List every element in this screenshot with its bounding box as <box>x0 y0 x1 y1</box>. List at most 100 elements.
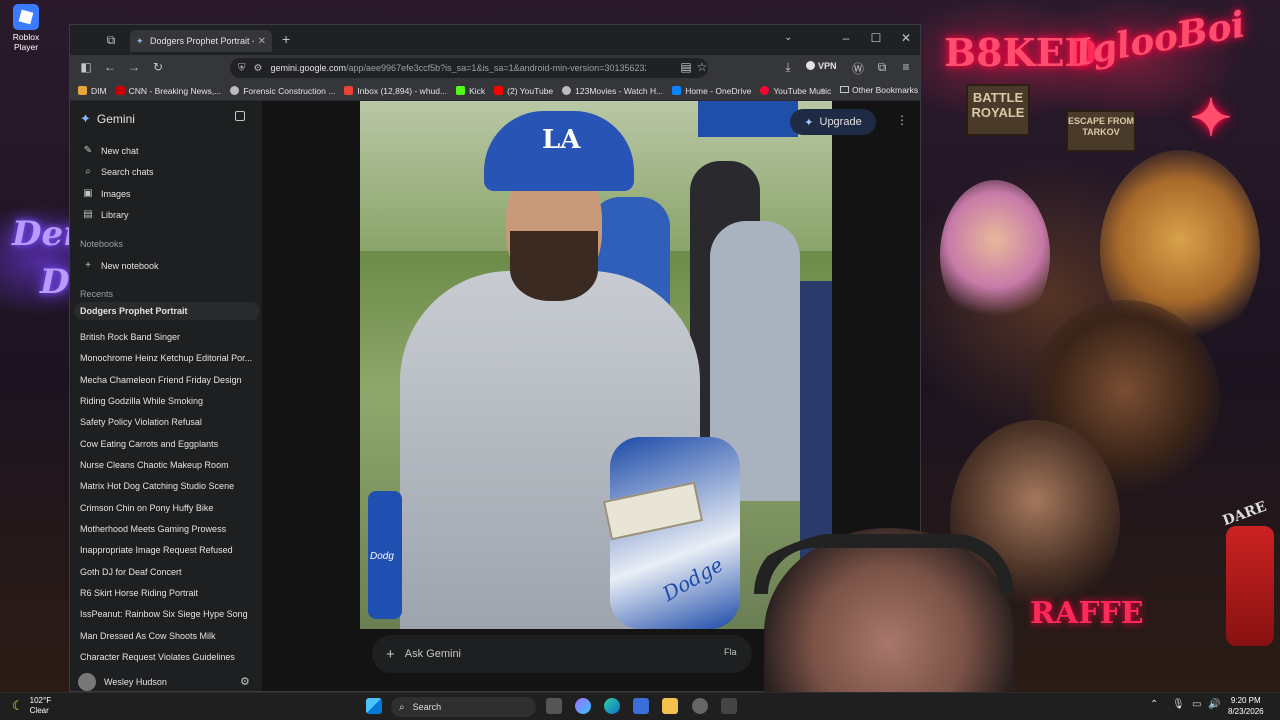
collapse-sidebar-icon[interactable] <box>235 111 245 121</box>
bookmark-item[interactable]: Kick <box>456 86 485 96</box>
recent-chat-item[interactable]: Monochrome Heinz Ketchup Editorial Por..… <box>80 353 260 363</box>
taskbar-search-label: Search <box>412 702 442 712</box>
store-icon[interactable] <box>633 698 649 714</box>
sidebar-item-label: New chat <box>101 145 139 156</box>
recent-chat-item[interactable]: Nurse Cleans Chaotic Makeup Room <box>80 460 260 470</box>
taskbar-search[interactable]: ⌕ Search <box>391 697 536 717</box>
reader-view-icon[interactable]: ▤ <box>678 60 694 74</box>
task-view-icon[interactable] <box>546 698 562 714</box>
bookmark-item[interactable]: Home - OneDrive <box>672 86 751 96</box>
bookmark-item[interactable]: 123Movies - Watch H... <box>562 86 663 96</box>
bookmark-item[interactable]: Forensic Construction ... <box>230 86 335 96</box>
start-windows-icon[interactable] <box>366 698 382 714</box>
site-settings-icon[interactable]: ⚙ <box>254 63 263 74</box>
downloads-icon[interactable]: ⤓ <box>780 60 796 75</box>
tray-overflow-chevron-icon[interactable]: ⌃ <box>1150 699 1158 710</box>
bookmark-favicon-icon <box>78 86 87 95</box>
edge-icon[interactable] <box>604 698 620 714</box>
bookmark-star-icon[interactable]: ☆ <box>694 60 710 74</box>
url-path: /app/aee9967efe3ccf5b?is_sa=1&is_sa=1&an… <box>346 63 647 73</box>
bookmark-item[interactable]: Inbox (12,894) - whud... <box>344 86 447 96</box>
poster-battle-royale: BATTLE ROYALE <box>966 84 1030 136</box>
new-notebook-button[interactable]: + New notebook <box>82 260 158 271</box>
menu-icon[interactable]: ≡ <box>898 60 914 74</box>
add-attachment-icon[interactable]: + <box>386 646 395 663</box>
recent-chat-item[interactable]: Crimson Chin on Pony Huffy Bike <box>80 503 260 513</box>
settings-gear-icon[interactable]: ⚙ <box>240 675 250 688</box>
recent-chat-item[interactable]: Man Dressed As Cow Shoots Milk <box>80 631 260 641</box>
minimize-button[interactable]: – <box>838 31 854 45</box>
network-icon[interactable]: ▭ <box>1192 699 1201 710</box>
sidebar-item-search-chats[interactable]: ⌕ Search chats <box>82 166 153 177</box>
vpn-button[interactable]: VPN <box>806 61 837 71</box>
volume-icon[interactable]: 🔊 <box>1208 699 1220 710</box>
address-bar[interactable]: ⛨ ⚙ gemini.google.com/app/aee9967efe3ccf… <box>230 58 708 78</box>
recent-chat-item[interactable]: R6 Skirt Horse Riding Portrait <box>80 588 260 598</box>
bookmark-label: Forensic Construction ... <box>243 85 336 96</box>
copilot-icon[interactable] <box>575 698 591 714</box>
prompt-placeholder: Ask Gemini <box>404 648 462 660</box>
recent-chat-item[interactable]: Inappropriate Image Request Refused <box>80 545 260 555</box>
tab-strip: ⧉ ✦ Dodgers Prophet Portrait - Goo ✕ + ⌄… <box>70 25 920 55</box>
reload-button[interactable]: ↻ <box>150 60 166 74</box>
recent-chat-item[interactable]: Dodgers Prophet Portrait <box>74 302 260 320</box>
recent-chat-item[interactable]: Cow Eating Carrots and Eggplants <box>80 439 260 449</box>
more-options-icon[interactable]: ⋮ <box>896 113 908 127</box>
obs-icon[interactable] <box>692 698 708 714</box>
new-tab-button[interactable]: + <box>282 31 290 47</box>
generated-image[interactable]: LA Dodge Dodg <box>360 101 832 629</box>
gemini-brand[interactable]: ✦ Gemini <box>80 111 135 127</box>
recent-chat-item[interactable]: British Rock Band Singer <box>80 332 260 342</box>
tab-list-chevron-icon[interactable]: ⌄ <box>784 32 792 43</box>
bookmark-item[interactable]: CNN - Breaking News,... <box>115 86 221 96</box>
sidebar-item-label: Images <box>101 188 131 199</box>
taskbar-clock[interactable]: 9:20 PM 8/23/2026 <box>1228 695 1264 717</box>
shield-icon[interactable]: ⛨ <box>238 63 246 74</box>
back-button[interactable]: ← <box>102 60 118 74</box>
weather-condition: Clear <box>29 706 49 715</box>
sidebar-item-images[interactable]: ▣ Images <box>82 188 131 199</box>
recent-chat-item[interactable]: Character Request Violates Guidelines <box>80 652 260 662</box>
bookmark-item[interactable]: (2) YouTube <box>494 86 553 96</box>
recent-chat-item[interactable]: IssPeanut: Rainbow Six Siege Hype Song <box>80 609 260 619</box>
clock-time: 9:20 PM <box>1230 696 1261 705</box>
gemini-favicon-icon: ✦ <box>136 36 144 46</box>
desktop-icon-roblox[interactable]: Roblox Player <box>2 4 50 52</box>
sidebar-item-new-chat[interactable]: ✎ New chat <box>82 145 139 156</box>
tab-history-icon[interactable]: ⧉ <box>100 29 122 51</box>
extensions-icon[interactable]: ⧉ <box>874 60 890 75</box>
bookmark-item[interactable]: DIM <box>78 86 107 96</box>
forward-button[interactable]: → <box>126 60 142 74</box>
youtube-icon <box>494 86 504 95</box>
vpn-label: VPN <box>818 61 837 71</box>
microphone-icon[interactable]: 🎙 <box>1172 699 1185 710</box>
profile-w-icon[interactable]: Ⓦ <box>850 60 866 77</box>
prompt-input[interactable]: + Ask Gemini <box>372 635 752 673</box>
sidebar-item-library[interactable]: ▤ Library <box>82 209 128 220</box>
bookmark-label: (2) YouTube <box>507 85 554 96</box>
browser-tab[interactable]: ✦ Dodgers Prophet Portrait - Goo ✕ <box>130 30 272 52</box>
recent-chat-item[interactable]: Goth DJ for Deaf Concert <box>80 567 260 577</box>
wallpaper-dare-text: DARE <box>1220 498 1269 530</box>
recent-chat-item[interactable]: Matrix Hot Dog Catching Studio Scene <box>80 481 260 491</box>
file-explorer-icon[interactable] <box>662 698 678 714</box>
close-tab-icon[interactable]: ✕ <box>258 36 266 47</box>
other-bookmarks[interactable]: Other Bookmarks <box>840 85 918 95</box>
globe-icon <box>562 86 572 95</box>
recent-chat-item[interactable]: Mecha Chameleon Friend Friday Design <box>80 375 260 385</box>
recent-chat-item[interactable]: Safety Policy Violation Refusal <box>80 417 260 427</box>
app-icon[interactable] <box>721 698 737 714</box>
maximize-button[interactable]: ☐ <box>868 31 884 45</box>
image-water-bottle: Dodg <box>368 491 402 619</box>
recent-chat-item[interactable]: Riding Godzilla While Smoking <box>80 396 260 406</box>
close-window-button[interactable]: ✕ <box>898 31 914 45</box>
weather-widget[interactable]: ☾ 102°F Clear <box>12 696 51 716</box>
desktop-icon-label: Roblox Player <box>12 32 40 52</box>
user-profile[interactable]: Wesley Hudson <box>78 673 167 691</box>
sidebar-toggle-icon[interactable]: ◧ <box>78 60 94 74</box>
bookmarks-overflow-chevron-icon[interactable]: » <box>820 85 826 96</box>
poster-tarkov: ESCAPE FROM TARKOV <box>1066 110 1136 152</box>
upgrade-button[interactable]: ✦ Upgrade <box>790 109 876 135</box>
bottle-text: Dodg <box>370 551 394 562</box>
recent-chat-item[interactable]: Motherhood Meets Gaming Prowess <box>80 524 260 534</box>
